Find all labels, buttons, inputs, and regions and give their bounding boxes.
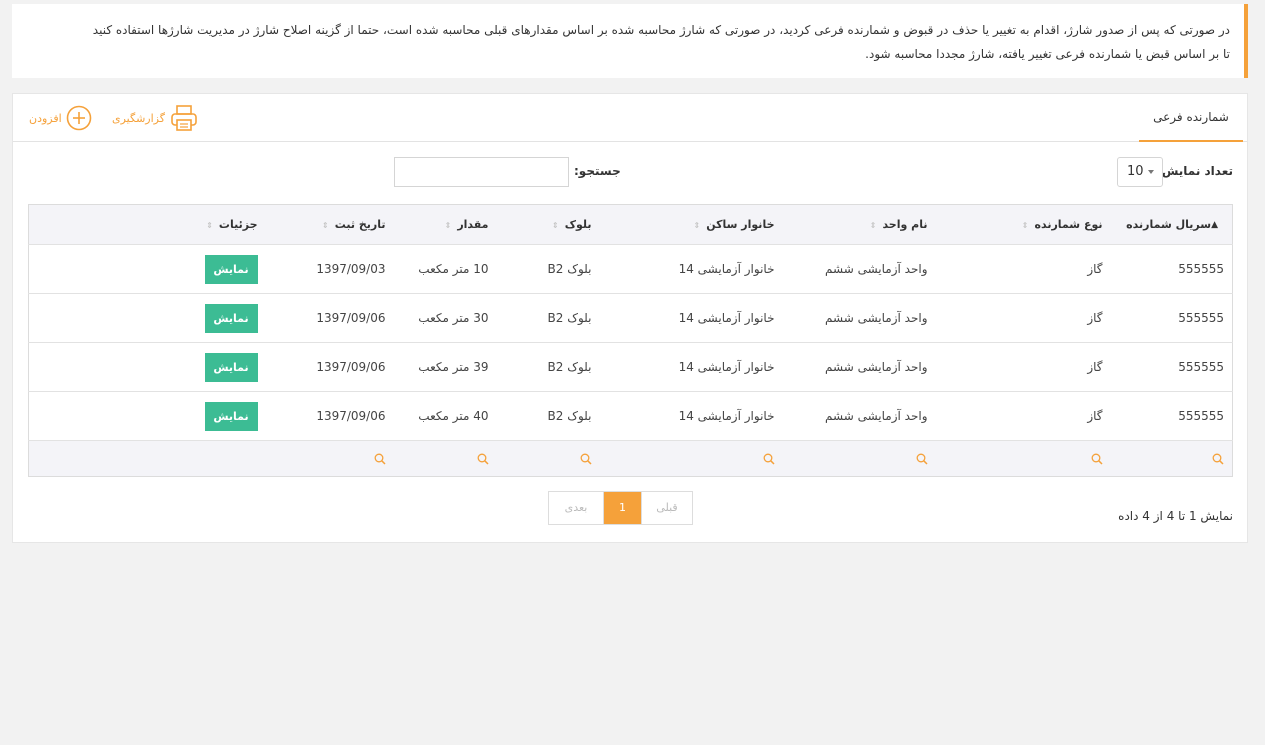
filter-details-empty: [29, 441, 258, 477]
next-page-button[interactable]: بعدی: [549, 492, 604, 524]
filter-amount[interactable]: [394, 441, 497, 477]
table-row: 555555 گاز واحد آزمایشی ششم خانوار آزمای…: [28, 244, 1233, 294]
filter-row: [28, 440, 1233, 477]
cell-amount: 10 متر مکعب: [393, 244, 497, 294]
meters-table: ▲سریال شمارنده نوع شمارنده⇕ نام واحد⇕ خا…: [28, 204, 1233, 477]
add-label: افزودن: [29, 111, 62, 125]
search-icon: [374, 453, 386, 465]
sort-arrows-icon: ⇕: [693, 220, 701, 230]
cell-family: خانوار آزمایشی 14: [599, 293, 783, 343]
length-select[interactable]: 10: [1117, 157, 1163, 187]
cell-unit: واحد آزمایشی ششم: [782, 293, 936, 343]
search-icon: [1091, 453, 1103, 465]
search-input[interactable]: [394, 157, 569, 187]
cell-block: بلوک B2: [496, 342, 600, 392]
filter-family[interactable]: [600, 441, 783, 477]
show-button[interactable]: نمایش: [204, 303, 258, 333]
sort-arrows-icon: ⇕: [552, 220, 559, 230]
col-block[interactable]: بلوک⇕: [496, 204, 600, 245]
sort-arrows-icon: ⇕: [869, 220, 877, 230]
prev-page-button[interactable]: قبلی: [641, 492, 692, 524]
col-details[interactable]: جزئیات⇕: [28, 204, 258, 245]
table-header-row: ▲سریال شمارنده نوع شمارنده⇕ نام واحد⇕ خا…: [28, 204, 1233, 245]
cell-amount: 30 متر مکعب: [393, 293, 497, 343]
cell-block: بلوک B2: [496, 293, 600, 343]
sort-arrows-icon: ⇕: [1021, 220, 1029, 230]
search-icon: [580, 453, 592, 465]
col-type[interactable]: نوع شمارنده⇕: [935, 204, 1111, 245]
printer-icon: [171, 105, 197, 131]
cell-unit: واحد آزمایشی ششم: [782, 244, 936, 294]
pagination: بعدی 1 قبلی: [548, 491, 693, 525]
cell-block: بلوک B2: [496, 244, 600, 294]
notice-box: در صورتی که پس از صدور شارژ، اقدام به تغ…: [12, 4, 1248, 78]
panel-header: شمارنده فرعی افزودن گزارشگیری: [13, 94, 1247, 142]
show-button[interactable]: نمایش: [204, 401, 258, 431]
search-label: جستجو:: [574, 164, 621, 178]
filter-serial[interactable]: [1111, 441, 1233, 477]
cell-details: نمایش: [28, 293, 258, 343]
table-info: نمایش 1 تا 4 از 4 داده: [1118, 509, 1233, 523]
cell-date: 1397/09/06: [257, 391, 394, 441]
col-amount[interactable]: مقدار⇕: [393, 204, 497, 245]
filter-unit[interactable]: [783, 441, 936, 477]
plus-circle-icon: [66, 105, 91, 131]
length-value: 10: [1127, 164, 1144, 179]
cell-amount: 40 متر مکعب: [393, 391, 497, 441]
filter-date[interactable]: [258, 441, 394, 477]
notice-line-2: تا بر اساس قبض یا شمارنده فرعی تغییر یاف…: [865, 47, 1230, 61]
length-label: تعداد نمایش: [1161, 164, 1233, 178]
filter-type[interactable]: [936, 441, 1111, 477]
cell-serial: 555555: [1110, 342, 1233, 392]
cell-date: 1397/09/03: [257, 244, 394, 294]
col-date[interactable]: تاریخ ثبت⇕: [257, 204, 394, 245]
search-icon: [477, 453, 489, 465]
sort-arrows-icon: ⇕: [322, 220, 329, 230]
search-icon: [1212, 453, 1224, 465]
cell-serial: 555555: [1110, 391, 1233, 441]
col-serial[interactable]: ▲سریال شمارنده: [1110, 204, 1233, 245]
add-button[interactable]: افزودن: [25, 103, 92, 133]
sort-asc-icon: ▲: [1211, 220, 1218, 230]
col-family[interactable]: خانوار ساکن⇕: [599, 204, 783, 245]
cell-details: نمایش: [28, 391, 258, 441]
col-unit[interactable]: نام واحد⇕: [782, 204, 936, 245]
table-row: 555555 گاز واحد آزمایشی ششم خانوار آزمای…: [28, 342, 1233, 392]
show-button[interactable]: نمایش: [204, 254, 258, 284]
page-1-button[interactable]: 1: [604, 492, 641, 524]
cell-type: گاز: [935, 244, 1111, 294]
cell-family: خانوار آزمایشی 14: [599, 244, 783, 294]
search-icon: [916, 453, 928, 465]
tab-sub-meters[interactable]: شمارنده فرعی: [1139, 94, 1243, 142]
sort-arrows-icon: ⇕: [206, 220, 213, 230]
cell-family: خانوار آزمایشی 14: [599, 342, 783, 392]
cell-unit: واحد آزمایشی ششم: [782, 342, 936, 392]
cell-serial: 555555: [1110, 244, 1233, 294]
cell-details: نمایش: [28, 244, 258, 294]
report-button[interactable]: گزارشگیری: [108, 103, 199, 133]
cell-block: بلوک B2: [496, 391, 600, 441]
cell-type: گاز: [935, 391, 1111, 441]
cell-date: 1397/09/06: [257, 342, 394, 392]
report-label: گزارشگیری: [112, 111, 165, 125]
cell-serial: 555555: [1110, 293, 1233, 343]
search-icon: [763, 453, 775, 465]
cell-amount: 39 متر مکعب: [393, 342, 497, 392]
sort-arrows-icon: ⇕: [444, 220, 452, 230]
chevron-down-icon: [1148, 170, 1154, 174]
cell-type: گاز: [935, 342, 1111, 392]
show-button[interactable]: نمایش: [204, 352, 258, 382]
cell-type: گاز: [935, 293, 1111, 343]
meters-panel: شمارنده فرعی افزودن گزارشگیری تعداد نمای…: [12, 93, 1248, 543]
table-row: 555555 گاز واحد آزمایشی ششم خانوار آزمای…: [28, 391, 1233, 441]
cell-unit: واحد آزمایشی ششم: [782, 391, 936, 441]
cell-details: نمایش: [28, 342, 258, 392]
notice-line-1: در صورتی که پس از صدور شارژ، اقدام به تغ…: [92, 23, 1230, 37]
cell-family: خانوار آزمایشی 14: [599, 391, 783, 441]
table-row: 555555 گاز واحد آزمایشی ششم خانوار آزمای…: [28, 293, 1233, 343]
filter-block[interactable]: [497, 441, 600, 477]
cell-date: 1397/09/06: [257, 293, 394, 343]
